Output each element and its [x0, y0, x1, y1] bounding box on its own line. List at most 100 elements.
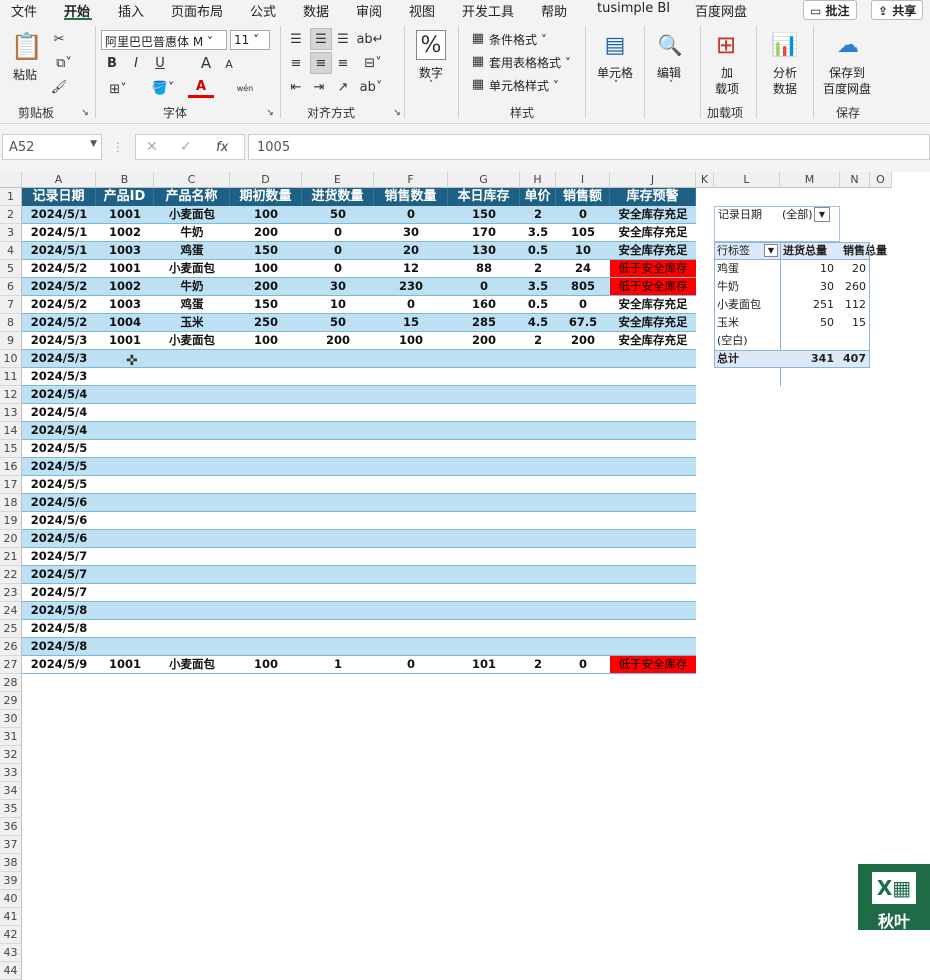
column-header[interactable]: D [230, 172, 302, 188]
table-cell[interactable] [374, 566, 448, 584]
table-cell[interactable]: 100 [230, 656, 302, 674]
table-cell[interactable] [556, 620, 610, 638]
column-header[interactable]: J [610, 172, 696, 188]
table-cell[interactable] [610, 440, 696, 458]
table-cell[interactable]: 105 [556, 224, 610, 242]
search-icon[interactable]: 🔍 [655, 30, 685, 60]
table-cell[interactable]: 2 [520, 206, 556, 224]
border-icon[interactable]: ⊞˅ [104, 80, 132, 98]
table-cell[interactable] [448, 440, 520, 458]
table-cell[interactable]: 2024/5/1 [22, 206, 96, 224]
confirm-icon[interactable]: ✓ [180, 139, 192, 155]
table-cell[interactable] [520, 440, 556, 458]
table-cell[interactable] [610, 386, 696, 404]
table-cell[interactable] [154, 584, 230, 602]
table-cell[interactable] [556, 422, 610, 440]
table-cell[interactable] [520, 494, 556, 512]
table-cell[interactable] [556, 440, 610, 458]
row-header[interactable]: 9 [0, 332, 22, 350]
table-cell[interactable]: 805 [556, 278, 610, 296]
table-cell[interactable] [556, 476, 610, 494]
table-cell[interactable] [96, 350, 154, 368]
table-cell[interactable] [96, 422, 154, 440]
copy-icon[interactable]: ⧉˅ [50, 54, 78, 72]
table-cell[interactable] [230, 422, 302, 440]
row-header[interactable]: 15 [0, 440, 22, 458]
row-header[interactable]: 2 [0, 206, 22, 224]
table-cell[interactable]: 安全库存充足 [610, 314, 696, 332]
addins-button-line2[interactable]: 载项 [715, 80, 739, 97]
table-cell[interactable] [520, 368, 556, 386]
align-left-icon[interactable]: ≡ [287, 54, 305, 72]
table-cell[interactable]: 0 [374, 656, 448, 674]
cut-icon[interactable]: ✂ [50, 30, 68, 48]
table-cell[interactable] [556, 458, 610, 476]
align-center-icon[interactable]: ≡ [310, 52, 332, 74]
menu-tab[interactable]: 页面布局 [171, 1, 223, 20]
table-cell[interactable]: 285 [448, 314, 520, 332]
row-header[interactable]: 28 [0, 674, 22, 692]
table-cell[interactable]: 2024/5/7 [22, 548, 96, 566]
table-cell[interactable]: 130 [448, 242, 520, 260]
table-cell[interactable]: 24 [556, 260, 610, 278]
table-cell[interactable] [230, 566, 302, 584]
table-cell[interactable] [230, 476, 302, 494]
table-cell[interactable] [610, 494, 696, 512]
table-cell[interactable]: 2024/5/3 [22, 368, 96, 386]
table-cell[interactable] [374, 494, 448, 512]
table-cell[interactable]: 安全库存充足 [610, 224, 696, 242]
table-cell[interactable]: 玉米 [154, 314, 230, 332]
chevron-down-icon[interactable]: ˅ [425, 80, 437, 90]
table-cell[interactable] [302, 566, 374, 584]
row-header[interactable]: 41 [0, 908, 22, 926]
table-cell[interactable] [374, 602, 448, 620]
table-cell[interactable] [154, 368, 230, 386]
table-cell[interactable]: 安全库存充足 [610, 332, 696, 350]
table-cell[interactable] [96, 386, 154, 404]
table-cell[interactable] [448, 566, 520, 584]
table-cell[interactable] [154, 494, 230, 512]
column-header[interactable]: F [374, 172, 448, 188]
column-header[interactable]: I [556, 172, 610, 188]
table-cell[interactable] [448, 422, 520, 440]
table-cell[interactable] [610, 638, 696, 656]
row-header[interactable]: 4 [0, 242, 22, 260]
bold-button[interactable]: B [104, 54, 120, 72]
column-header[interactable]: G [448, 172, 520, 188]
table-cell[interactable] [556, 494, 610, 512]
table-cell[interactable] [302, 530, 374, 548]
table-header-cell[interactable]: 记录日期 [22, 188, 96, 206]
column-header[interactable]: M [780, 172, 840, 188]
table-cell[interactable] [520, 476, 556, 494]
table-cell[interactable] [302, 386, 374, 404]
row-header[interactable]: 18 [0, 494, 22, 512]
table-cell[interactable] [520, 602, 556, 620]
table-cell[interactable] [520, 566, 556, 584]
wrap-text-icon[interactable]: ab↵ [356, 30, 383, 48]
table-cell[interactable]: 1001 [96, 260, 154, 278]
table-cell[interactable] [154, 386, 230, 404]
table-cell[interactable] [302, 350, 374, 368]
table-cell[interactable] [374, 548, 448, 566]
table-cell[interactable] [448, 584, 520, 602]
row-header[interactable]: 1 [0, 188, 22, 206]
row-header[interactable]: 29 [0, 692, 22, 710]
table-cell[interactable] [302, 422, 374, 440]
table-cell[interactable]: 100 [230, 260, 302, 278]
row-header[interactable]: 30 [0, 710, 22, 728]
cancel-icon[interactable]: ✕ [146, 139, 158, 155]
column-header[interactable]: N [840, 172, 870, 188]
table-cell[interactable]: 0 [302, 260, 374, 278]
row-header[interactable]: 6 [0, 278, 22, 296]
column-header[interactable]: K [696, 172, 714, 188]
font-name-select[interactable]: 阿里巴巴普惠体 M ˅ [101, 30, 227, 50]
table-cell[interactable] [556, 566, 610, 584]
row-header[interactable]: 24 [0, 602, 22, 620]
table-cell[interactable] [302, 548, 374, 566]
table-cell[interactable]: 67.5 [556, 314, 610, 332]
table-cell[interactable] [154, 602, 230, 620]
baidu-cloud-icon[interactable]: ☁ [833, 30, 863, 60]
table-cell[interactable] [520, 584, 556, 602]
table-cell[interactable] [556, 530, 610, 548]
table-cell[interactable] [96, 512, 154, 530]
